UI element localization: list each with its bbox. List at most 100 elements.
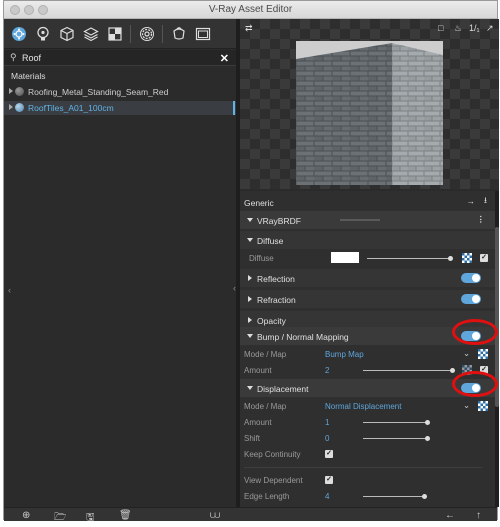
arrow-up-icon[interactable]: ↑ [476, 510, 481, 521]
slider-knob[interactable] [422, 494, 427, 499]
texture-slot-icon[interactable] [478, 349, 488, 359]
open-file-icon[interactable]: 🗁 [54, 510, 66, 527]
diffuse-enabled-checkbox[interactable]: ✓ [480, 254, 488, 262]
expand-arrow-icon[interactable] [248, 275, 252, 281]
material-swatch-icon [15, 87, 24, 96]
edge-length-value[interactable]: 4 [325, 492, 329, 501]
delete-icon[interactable]: 🗑 [119, 510, 132, 521]
add-layer-icon[interactable]: ⭳ [484, 195, 487, 209]
slider-knob[interactable] [425, 420, 430, 425]
arrow-icon[interactable]: → [467, 196, 476, 206]
collapse-arrow-icon[interactable] [247, 238, 253, 242]
properties-panel: Generic → ⭳ VRayBRDF ⋮ Diffuse Diffuse ✓… [240, 191, 495, 507]
swap-layout-icon[interactable]: ⇄ [245, 23, 253, 34]
disp-amount-label: Amount [244, 418, 272, 427]
displacement-label: Displacement [257, 384, 309, 394]
asset-editor-window: V-Ray Asset Editor ⚲ Roof ✕ Materials Ro… [3, 0, 499, 523]
layer-name-field[interactable] [340, 219, 380, 221]
disp-mode-label: Mode / Map [244, 402, 287, 411]
layers-icon[interactable] [82, 25, 100, 43]
generic-label: Generic [244, 198, 274, 208]
generic-row: Generic → ⭳ [240, 193, 495, 211]
reflection-toggle[interactable] [461, 273, 481, 283]
frame-buffer-icon[interactable] [194, 25, 212, 43]
refraction-toggle[interactable] [461, 294, 481, 304]
edge-length-slider[interactable] [363, 496, 427, 497]
toolbar-divider [162, 25, 163, 43]
diffuse-label: Diffuse [249, 254, 274, 263]
collapse-arrow-icon[interactable] [247, 218, 253, 222]
slider-knob[interactable] [450, 368, 455, 373]
edge-length-row: Edge Length 4 [240, 487, 495, 505]
view-dependent-checkbox[interactable]: ✓ [325, 476, 333, 484]
texture-slot-icon[interactable] [478, 401, 488, 411]
preview-scale-icon[interactable]: 1/₁ [469, 23, 480, 33]
geometry-icon[interactable] [58, 25, 76, 43]
materials-section-label: Materials [11, 71, 46, 81]
preview-scene-icon[interactable]: ♨ [454, 23, 462, 34]
disp-shift-value[interactable]: 0 [325, 434, 329, 443]
material-preview: ⇄ □ ♨ 1/₁ ↗ [240, 19, 499, 189]
more-options-icon[interactable]: ⋮ [477, 214, 486, 225]
slider-knob[interactable] [448, 256, 453, 261]
divider [244, 467, 482, 468]
material-name: Roofing_Metal_Standing_Seam_Red [28, 87, 169, 97]
render-icon[interactable] [170, 25, 188, 43]
arrow-left-icon[interactable]: ← [445, 510, 455, 521]
preview-shape-icon[interactable]: □ [438, 23, 443, 33]
settings-icon[interactable] [138, 25, 156, 43]
cleanup-icon[interactable]: ⩊ [210, 510, 220, 521]
view-dependent-label: View Dependent [244, 476, 303, 485]
bump-mode-label: Mode / Map [244, 350, 287, 359]
window-title: V-Ray Asset Editor [208, 4, 293, 15]
search-bar[interactable]: ⚲ Roof ✕ [4, 50, 236, 66]
bump-mode-value[interactable]: Bump Map [325, 350, 364, 359]
chevron-down-icon[interactable]: ⌄ [463, 348, 470, 359]
expand-arrow-icon[interactable] [9, 88, 13, 94]
collapse-left-icon[interactable]: ‹ [8, 285, 11, 295]
bump-amount-value[interactable]: 2 [325, 366, 329, 375]
reflection-header[interactable]: Reflection [240, 269, 495, 287]
brdf-header[interactable]: VRayBRDF ⋮ [240, 211, 495, 229]
texture-slot-icon[interactable] [462, 253, 472, 263]
disp-amount-value[interactable]: 1 [325, 418, 329, 427]
diffuse-slider[interactable] [367, 258, 451, 259]
disp-mode-value[interactable]: Normal Displacement [325, 402, 401, 411]
bump-amount-label: Amount [244, 366, 272, 375]
bump-label: Bump / Normal Mapping [257, 332, 349, 342]
bump-amount-slider[interactable] [363, 370, 453, 371]
expand-arrow-icon[interactable] [248, 296, 252, 302]
diffuse-header[interactable]: Diffuse [240, 231, 495, 249]
refraction-label: Refraction [257, 295, 296, 305]
clear-search-icon[interactable]: ✕ [220, 52, 229, 65]
search-input[interactable]: Roof [22, 53, 41, 63]
diffuse-row: Diffuse ✓ [240, 249, 495, 267]
list-item[interactable]: RoofTiles_A01_100cm [4, 101, 236, 115]
list-item[interactable]: Roofing_Metal_Standing_Seam_Red [4, 85, 236, 99]
bump-toggle-highlight [452, 319, 498, 345]
create-asset-icon[interactable]: ⊕ [22, 510, 30, 521]
disp-amount-slider[interactable] [363, 422, 427, 423]
properties-scrollbar[interactable] [495, 191, 499, 507]
selection-indicator [233, 101, 235, 115]
chevron-down-icon[interactable]: ⌄ [463, 400, 470, 411]
material-name: RoofTiles_A01_100cm [28, 103, 114, 113]
expand-arrow-icon[interactable] [9, 104, 13, 110]
diffuse-color-swatch[interactable] [331, 252, 359, 263]
search-icon: ⚲ [10, 52, 17, 62]
material-editor-panel: ⇄ □ ♨ 1/₁ ↗ Generic → ⭳ VRayBRDF ⋮ Diffu… [240, 19, 499, 507]
keep-continuity-checkbox[interactable]: ✓ [325, 450, 333, 458]
render-elements-icon[interactable] [106, 25, 124, 43]
expand-arrow-icon[interactable] [248, 317, 252, 323]
slider-knob[interactable] [425, 436, 430, 441]
disp-shift-slider[interactable] [363, 438, 427, 439]
expand-preview-icon[interactable]: ↗ [486, 23, 494, 34]
edge-length-label: Edge Length [244, 492, 290, 501]
save-file-icon[interactable]: 🖫 [86, 510, 95, 527]
bottom-toolbar: ⊕ 🗁 🖫 🗑 ⩊ ← ↑ [4, 507, 497, 523]
refraction-header[interactable]: Refraction [240, 290, 495, 308]
collapse-arrow-icon[interactable] [247, 386, 253, 390]
lights-icon[interactable] [34, 25, 52, 43]
materials-icon[interactable] [10, 25, 28, 43]
collapse-arrow-icon[interactable] [247, 334, 253, 338]
